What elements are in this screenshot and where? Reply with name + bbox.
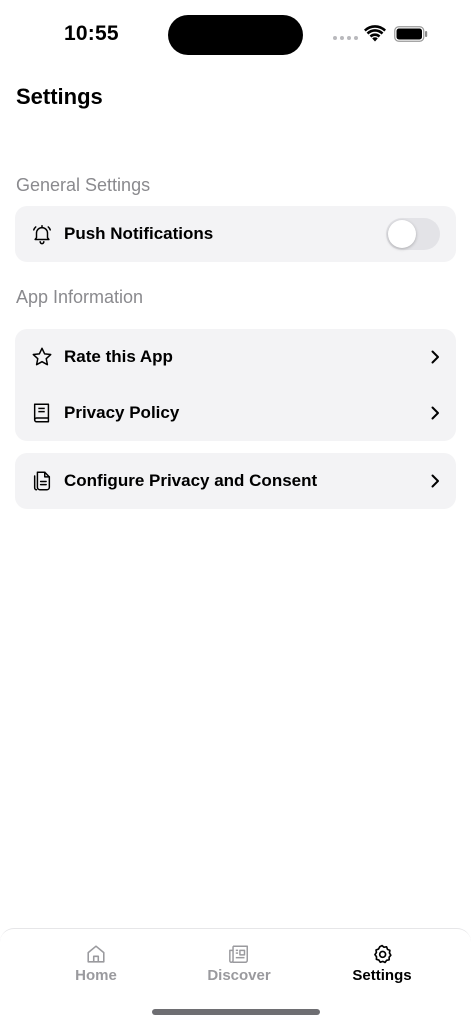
privacy-policy-label: Privacy Policy [64,403,180,422]
configure-consent-row[interactable]: Configure Privacy and Consent [15,453,456,509]
status-time: 10:55 [64,22,119,45]
settings-screen: 10:55 Settings General Settings Push Not… [0,0,471,1024]
dynamic-island [168,15,303,55]
chevron-right-icon [431,474,439,488]
bell-icon [31,223,53,245]
cellular-signal-icon [333,36,358,40]
rate-app-label: Rate this App [64,347,173,366]
book-icon [31,402,53,424]
general-settings-card: Push Notifications [15,206,456,262]
tab-discover-label: Discover [207,967,271,984]
consent-card: Configure Privacy and Consent [15,453,456,509]
tab-home-label: Home [75,967,117,984]
tab-home[interactable]: Home [36,943,156,984]
star-icon [31,346,53,368]
wifi-icon [364,25,386,42]
app-information-card: Rate this App Privacy Policy [15,329,456,441]
document-icon [31,470,53,492]
page-title: Settings [16,84,103,109]
home-indicator [152,1009,320,1015]
chevron-right-icon [431,350,439,364]
tab-settings-label: Settings [352,967,412,984]
push-notifications-row: Push Notifications [15,206,456,262]
status-bar: 10:55 [0,0,471,70]
section-title-general: General Settings [16,175,151,195]
battery-icon [394,26,428,42]
toggle-knob [388,220,416,248]
tab-discover[interactable]: Discover [179,943,299,984]
gear-icon [371,943,393,965]
rate-app-row[interactable]: Rate this App [15,329,456,385]
section-title-app-info: App Information [16,287,144,307]
push-notifications-label: Push Notifications [64,224,214,243]
newspaper-icon [228,943,250,965]
configure-consent-label: Configure Privacy and Consent [64,471,318,490]
tab-settings[interactable]: Settings [322,943,442,984]
chevron-right-icon [431,406,439,420]
push-notifications-toggle[interactable] [386,218,440,250]
home-icon [85,943,107,965]
privacy-policy-row[interactable]: Privacy Policy [15,385,456,441]
